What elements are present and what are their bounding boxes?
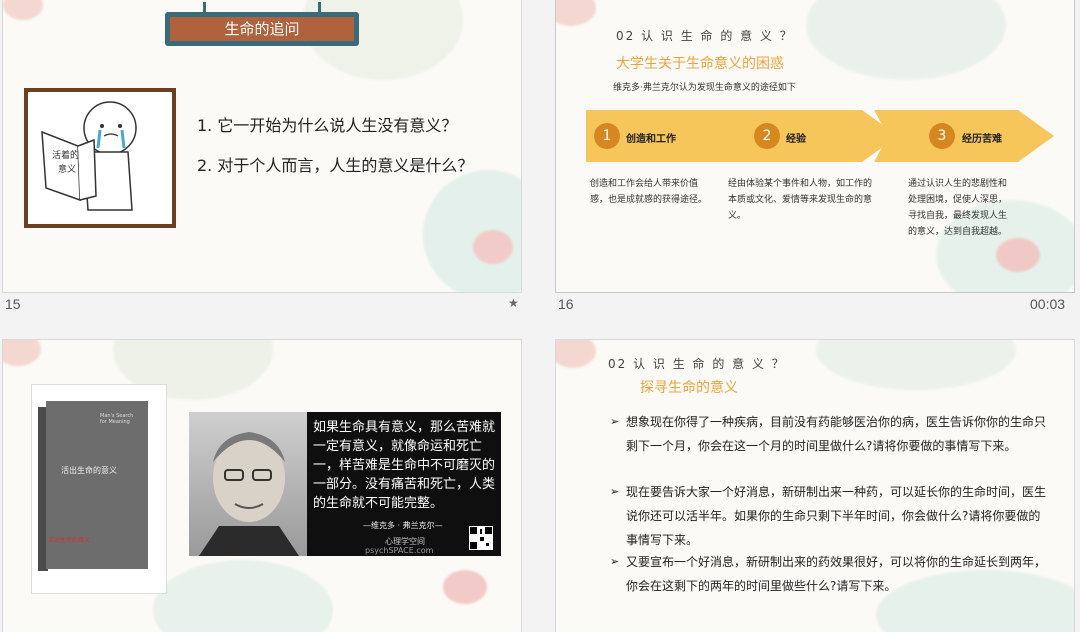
slide-title: 生命的追问 bbox=[170, 17, 354, 41]
step-badge-3: 3 bbox=[929, 123, 955, 149]
bullet-item-1: ➢ 想象现在你得了一种疾病，目前没有药能够医治你的病，医生告诉你你的生命只剩下一… bbox=[610, 410, 1046, 458]
quote-card: 如果生命具有意义，那么苦难就一定有意义，就像命运和死亡一，样苦难是生命中不可磨灭… bbox=[189, 412, 501, 556]
question-1: 1. 它一开始为什么说人生没有意义？ bbox=[197, 116, 458, 135]
book-cover-image: Man's Search for Meaning 活出生命的意义 活出生命的意义 bbox=[31, 384, 167, 594]
bullet-arrow-icon: ➢ bbox=[610, 415, 620, 428]
step-desc-2: 经由体验某个事件和人物，如工作的本质或文化、爱情等来发现生命的意义。 bbox=[728, 179, 873, 221]
step-desc-1: 创造和工作会给人带来价值感，也是成就感的获得途径。 bbox=[590, 179, 708, 205]
book-english-title: Man's Search for Meaning bbox=[100, 413, 134, 425]
decor-flower bbox=[3, 0, 43, 20]
bullet-text: 现在要告诉大家一个好消息，新研制出来一种药，可以延长你的生命时间，医生说你还可以… bbox=[626, 485, 1047, 547]
step-label-2: 经验 bbox=[786, 134, 806, 145]
star-icon: ★ bbox=[508, 296, 519, 310]
section-heading: 02 认 识 生 命 的 意 义 ？ bbox=[608, 357, 786, 371]
bullet-text: 想象现在你得了一种疾病，目前没有药能够医治你的病，医生告诉你你的生命只剩下一个月… bbox=[626, 415, 1047, 453]
decor-flower bbox=[443, 570, 487, 604]
step-arrow-2 bbox=[718, 110, 898, 162]
frankl-portrait bbox=[189, 412, 307, 556]
slide-thumbnail-18[interactable]: 02 认 识 生 命 的 意 义 ？ 探寻生命的意义 ➢ 想象现在你得了一种疾病… bbox=[556, 340, 1074, 632]
illustration-frame: 活着的 意义 bbox=[24, 88, 176, 228]
decor-flower bbox=[996, 238, 1040, 272]
decor-blob bbox=[423, 170, 521, 292]
slide-timing: 00:03 bbox=[1030, 296, 1066, 312]
question-2: 2. 对于个人而言，人生的意义是什么？ bbox=[197, 156, 474, 175]
quote-url: psychSPACE.com bbox=[365, 546, 434, 555]
title-bar-hook bbox=[318, 2, 321, 14]
book-title: 活出生命的意义 bbox=[61, 466, 117, 475]
decor-blob bbox=[806, 0, 1006, 80]
portrait-icon bbox=[199, 432, 299, 556]
title-bar-hook bbox=[203, 2, 206, 14]
slide-subtitle: 大学生关于生命意义的困惑 bbox=[616, 56, 784, 72]
slide-number: 15 bbox=[5, 296, 21, 312]
bullet-item-2: ➢ 现在要告诉大家一个好消息，新研制出来一种药，可以延长你的生命时间，医生说你还… bbox=[610, 480, 1046, 552]
decor-flower bbox=[3, 340, 41, 366]
decor-blob bbox=[153, 560, 333, 632]
slide-thumbnail-17[interactable]: Man's Search for Meaning 活出生命的意义 活出生命的意义… bbox=[3, 340, 521, 632]
svg-text:意义: 意义 bbox=[58, 163, 76, 175]
decor-blob bbox=[816, 340, 1016, 390]
step-badge-2: 2 bbox=[754, 123, 780, 149]
bullet-arrow-icon: ➢ bbox=[610, 485, 620, 498]
slide-number: 16 bbox=[558, 296, 574, 312]
step-badge-1: 1 bbox=[594, 123, 620, 149]
quote-author: —维克多 · 弗兰克尔— bbox=[363, 521, 443, 530]
step-label-3: 经历苦难 bbox=[962, 134, 1002, 145]
svg-text:活着的: 活着的 bbox=[52, 149, 79, 161]
slide-thumbnail-15[interactable]: 生命的追问 活着的 意义 1. 它一开始为什么说人生没有意义？ 2. 对于个人而… bbox=[3, 0, 521, 292]
slide-thumbnail-16[interactable]: 02 认 识 生 命 的 意 义 ？ 大学生关于生命意义的困惑 维克多·弗兰克尔… bbox=[556, 0, 1074, 292]
quote-text: 如果生命具有意义，那么苦难就一定有意义，就像命运和死亡一，样苦难是生命中不可磨灭… bbox=[313, 420, 496, 511]
bullet-arrow-icon: ➢ bbox=[610, 555, 620, 568]
lead-text: 维克多·弗兰克尔认为发现生命意义的途径如下 bbox=[613, 83, 796, 93]
bullet-text: 又要宣布一个好消息，新研制出来的药效果很好，可以将你的生命延长到两年，你会在这剩… bbox=[626, 555, 1047, 593]
slide-subtitle: 探寻生命的意义 bbox=[640, 380, 738, 396]
bullet-item-3: ➢ 又要宣布一个好消息，新研制出来的药效果很好，可以将你的生命延长到两年，你会在… bbox=[610, 550, 1046, 598]
step-label-1: 创造和工作 bbox=[626, 134, 676, 145]
cartoon-reading-illustration: 活着的 意义 bbox=[41, 101, 137, 211]
book-tagline: 活出生命的意义 bbox=[48, 537, 91, 544]
decor-flower bbox=[556, 340, 596, 368]
slide-title-bar: 生命的追问 bbox=[165, 2, 359, 46]
decor-flower bbox=[556, 0, 596, 26]
section-heading: 02 认 识 生 命 的 意 义 ？ bbox=[616, 29, 794, 43]
qr-code-icon bbox=[469, 526, 493, 550]
decor-flower bbox=[473, 230, 513, 264]
step-desc-3: 通过认识人生的悲剧性和处理困境，促使人深思，寻找自我，最终发现人生的意义，达到自… bbox=[908, 179, 1008, 237]
